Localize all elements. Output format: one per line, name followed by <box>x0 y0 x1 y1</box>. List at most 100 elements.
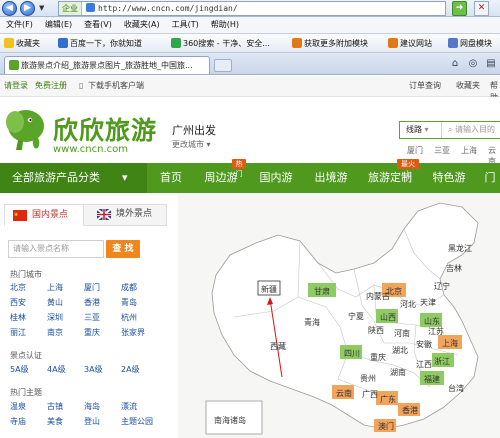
nav-item-home[interactable]: 首页 <box>150 163 192 193</box>
rss-icon[interactable]: ◎ <box>466 57 480 71</box>
scenic-search-button[interactable]: 查 找 <box>106 240 140 258</box>
menu-file[interactable]: 文件(F) <box>0 17 39 33</box>
fav-netdisk[interactable]: 网盘模块 <box>448 37 492 50</box>
province-label[interactable]: 河北 <box>400 299 416 309</box>
province-label[interactable]: 河南 <box>394 328 410 338</box>
province-label[interactable]: 台湾 <box>448 383 464 393</box>
province-label[interactable]: 辽宁 <box>434 281 450 291</box>
city-link[interactable]: 重庆 <box>84 327 100 338</box>
province-label[interactable]: 香港 <box>402 405 418 415</box>
tab-domestic[interactable]: 国内景点 <box>4 204 84 226</box>
city-link[interactable]: 桂林 <box>10 312 26 323</box>
theme-link[interactable]: 漂流 <box>121 401 137 412</box>
register-link[interactable]: 免费注册 <box>35 80 67 92</box>
city-link[interactable]: 香港 <box>84 297 100 308</box>
province-label[interactable]: 北京 <box>386 286 402 296</box>
city-link[interactable]: 丽江 <box>10 327 26 338</box>
site-favorites-link[interactable]: 收藏夹 <box>456 80 480 92</box>
province-label[interactable]: 湖北 <box>392 346 408 355</box>
theme-link[interactable]: 寺庙 <box>10 416 26 427</box>
hot-city-link[interactable]: 上海 <box>461 145 477 156</box>
scenic-search-input[interactable]: 请输入景点名称 <box>8 240 104 258</box>
province-label[interactable]: 福建 <box>424 374 440 384</box>
province-label[interactable]: 江西 <box>416 360 432 369</box>
mobile-client-link[interactable]: 下载手机客户端 <box>88 80 144 92</box>
province-label[interactable]: 江苏 <box>428 326 444 336</box>
enterprise-badge[interactable]: 企业 <box>59 2 82 15</box>
forward-icon[interactable]: ▶ <box>20 1 35 16</box>
province-label[interactable]: 澳门 <box>378 421 394 431</box>
elephant-logo-icon[interactable] <box>4 104 46 152</box>
nav-item-nearby[interactable]: 热门 周边游 <box>196 159 246 193</box>
order-link[interactable]: 订单查询 <box>409 80 441 92</box>
go-icon[interactable]: ➜ <box>452 1 467 16</box>
login-link[interactable]: 请登录 <box>4 80 28 92</box>
province-label[interactable]: 湖南 <box>390 367 406 377</box>
back-icon[interactable]: ◀ <box>2 1 17 16</box>
rating-link[interactable]: 5A级 <box>10 364 29 375</box>
city-link[interactable]: 南京 <box>47 327 63 338</box>
city-link[interactable]: 杭州 <box>121 312 137 323</box>
menu-favorites[interactable]: 收藏夹(A) <box>118 17 166 33</box>
menu-edit[interactable]: 编辑(E) <box>39 17 78 33</box>
nav-item-custom[interactable]: 最火上 旅游定制 <box>361 159 419 193</box>
city-link[interactable]: 张家界 <box>121 327 145 338</box>
change-city-link[interactable]: 更改城市 ▾ <box>172 139 211 150</box>
province-label[interactable]: 广西 <box>362 389 378 399</box>
dropdown-icon[interactable]: ▼ <box>39 4 47 12</box>
city-link[interactable]: 北京 <box>10 282 26 293</box>
province-label[interactable]: 浙江 <box>434 356 450 366</box>
theme-link[interactable]: 海岛 <box>84 401 100 412</box>
city-link[interactable]: 厦门 <box>84 282 100 293</box>
china-map[interactable]: 黑龙江 吉林 辽宁 内蒙古 北京 天津 新疆 甘肃 宁夏 山西 河北 山东 青海… <box>178 193 500 438</box>
hot-city-link[interactable]: 厦门 <box>407 145 423 156</box>
header-search[interactable]: 线路 ▾ ⌕ 请输入目的 <box>399 121 500 139</box>
hot-city-link[interactable]: 三亚 <box>434 145 450 156</box>
print-icon[interactable]: ▤ <box>484 57 498 71</box>
province-label[interactable]: 新疆 <box>261 284 277 294</box>
province-label[interactable]: 甘肃 <box>314 286 330 296</box>
search-input[interactable]: ⌕ 请输入目的 <box>448 122 495 138</box>
fav-baidu[interactable]: 百度一下，你就知道 <box>58 37 142 50</box>
brand-name[interactable]: 欣欣旅游 <box>53 111 157 147</box>
address-field[interactable]: 企业 http://www.cncn.com/jingdian/ <box>58 1 446 16</box>
menu-tools[interactable]: 工具(T) <box>166 17 205 33</box>
browser-tab[interactable]: 旅游景点介绍_旅游景点图片_旅游胜地_中国旅... <box>4 56 210 74</box>
city-link[interactable]: 青岛 <box>121 297 137 308</box>
city-link[interactable]: 成都 <box>121 282 137 293</box>
province-label[interactable]: 宁夏 <box>348 311 364 321</box>
province-label[interactable]: 青海 <box>304 317 320 327</box>
stop-icon[interactable]: ✕ <box>474 1 489 16</box>
rating-link[interactable]: 2A级 <box>121 364 140 375</box>
province-label[interactable]: 云南 <box>336 388 352 398</box>
all-products-menu[interactable]: 全部旅游产品分类 ▾ <box>0 163 147 193</box>
province-label[interactable]: 山东 <box>424 316 440 326</box>
nav-item-tickets[interactable]: 门 <box>480 163 500 193</box>
fav-addons[interactable]: 获取更多附加模块 <box>292 37 368 50</box>
city-link[interactable]: 西安 <box>10 297 26 308</box>
theme-link[interactable]: 美食 <box>47 416 63 427</box>
theme-link[interactable]: 主题公园 <box>121 416 153 427</box>
home-icon[interactable]: ⌂ <box>448 57 462 71</box>
province-label[interactable]: 天津 <box>420 297 436 307</box>
nav-item-special[interactable]: 特色游 <box>424 163 474 193</box>
tab-abroad[interactable]: 境外景点 <box>89 204 167 226</box>
fav-suggested[interactable]: 建议网站 <box>388 37 432 50</box>
theme-link[interactable]: 温泉 <box>10 401 26 412</box>
province-label[interactable]: 广东 <box>380 394 396 404</box>
province-label[interactable]: 黑龙江 <box>448 243 472 253</box>
favorites-button[interactable]: 收藏夹 <box>4 37 40 50</box>
theme-link[interactable]: 古镇 <box>47 401 63 412</box>
province-label[interactable]: 西藏 <box>270 341 286 351</box>
province-label[interactable]: 贵州 <box>360 373 376 383</box>
menu-view[interactable]: 查看(V) <box>78 17 118 33</box>
province-label[interactable]: 山西 <box>380 312 396 322</box>
menu-help[interactable]: 帮助(H) <box>205 17 245 33</box>
city-link[interactable]: 黄山 <box>47 297 63 308</box>
nav-item-domestic[interactable]: 国内游 <box>251 163 301 193</box>
province-label[interactable]: 吉林 <box>446 263 462 273</box>
rating-link[interactable]: 3A级 <box>84 364 103 375</box>
rating-link[interactable]: 4A级 <box>47 364 66 375</box>
nav-item-abroad[interactable]: 出境游 <box>306 163 356 193</box>
search-type-select[interactable]: 线路 ▾ <box>400 122 442 138</box>
